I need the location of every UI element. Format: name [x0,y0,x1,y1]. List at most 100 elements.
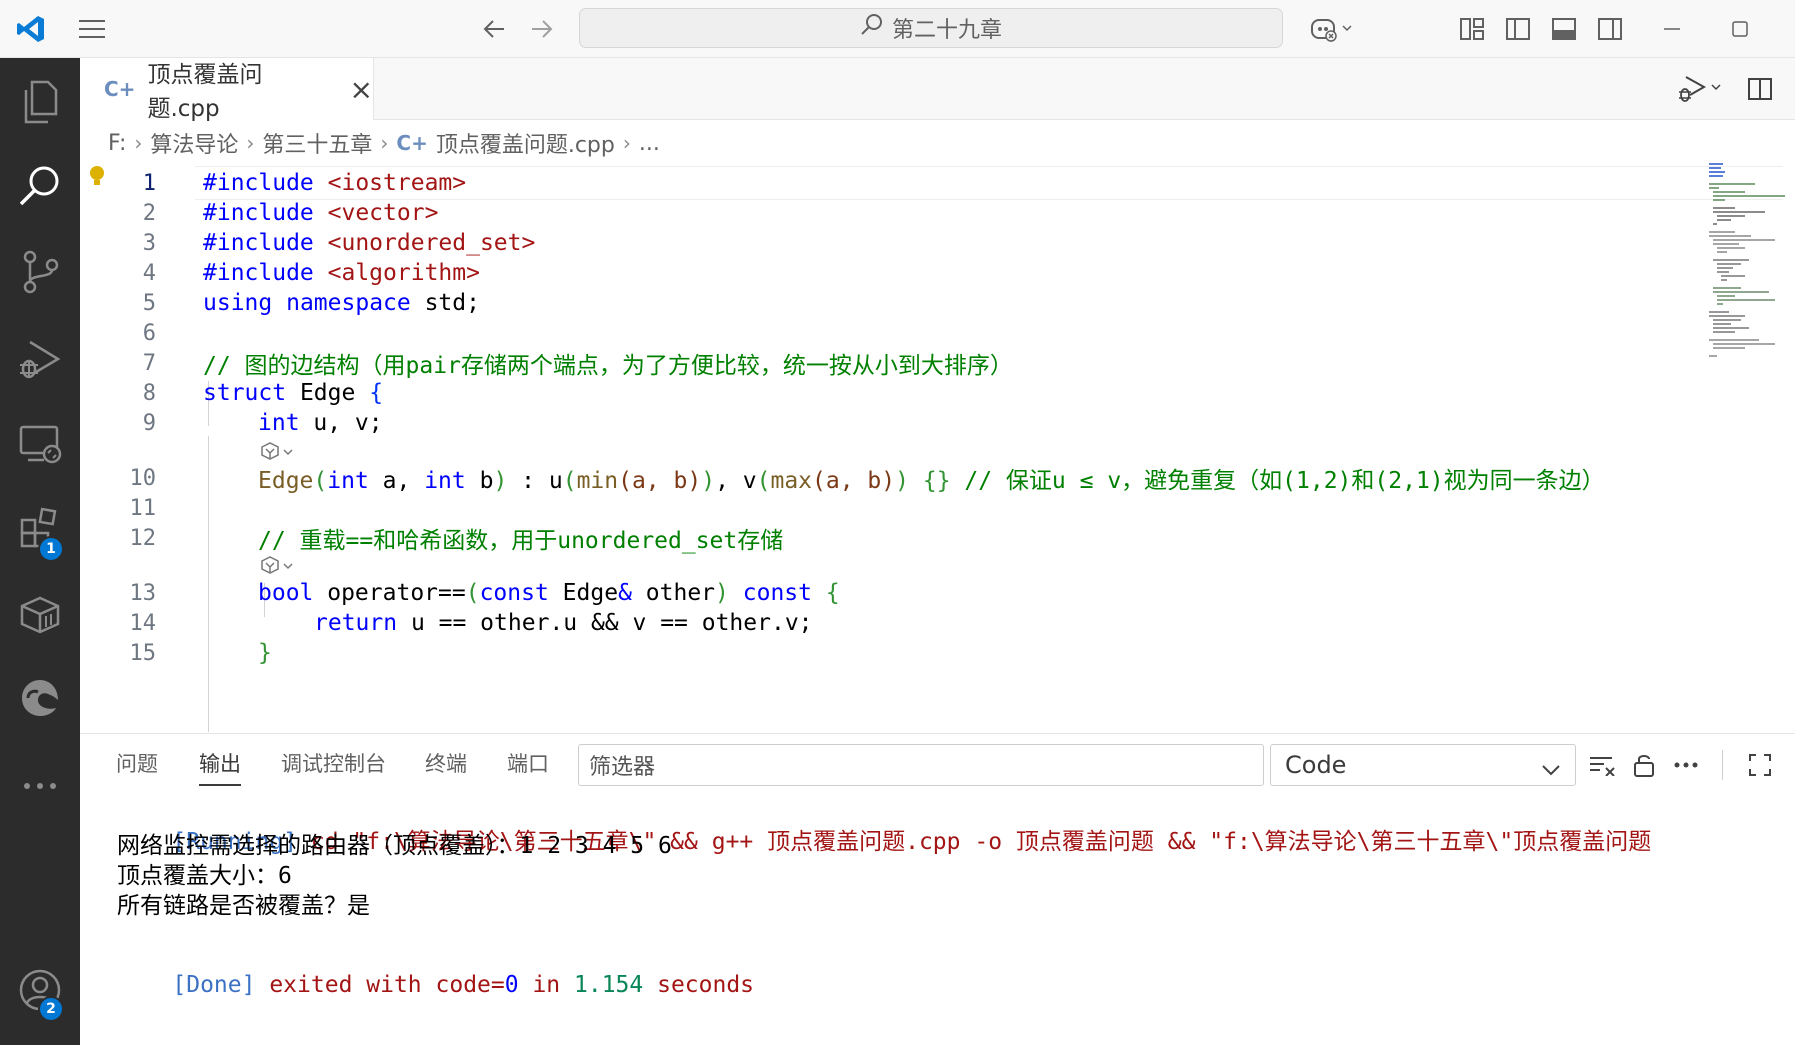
breadcrumb-more[interactable]: ... [639,131,660,156]
output-token: code= [421,972,505,998]
minimize-icon[interactable] [1652,0,1692,58]
line-number: 14 [129,610,157,636]
code-token: using [203,290,273,316]
package-icon[interactable] [0,574,80,654]
code-token: <iostream> [327,170,467,196]
edge-icon[interactable] [0,658,80,738]
run-code-icon[interactable] [1670,58,1730,120]
code-token: { [369,380,384,406]
code-token: return [314,610,398,636]
bottom-panel: 问题 输出 调试控制台 终端 端口 筛选器 Code [Running] cd … [80,733,1795,1045]
code-token: const [479,580,549,606]
source-control-icon[interactable] [0,232,80,312]
line-number: 15 [129,640,157,666]
breadcrumb-file[interactable]: 顶点覆盖问题.cpp [436,127,615,159]
output-filter-input[interactable]: 筛选器 [578,744,1264,786]
toggle-panel-icon[interactable] [1544,0,1584,58]
line-number: 3 [142,230,156,256]
divider [1722,750,1723,780]
code-token: Edge [286,380,370,406]
activity-bar: 1 2 [0,58,80,1045]
code-line: 3 #include <unordered_set> [80,226,1700,260]
split-editor-icon[interactable] [1740,58,1780,120]
layout-icon[interactable] [1452,0,1492,58]
code-line: 12 // 重载==和哈希函数，用于unordered_set存储 [80,521,1700,555]
code-line: 8 struct Edge { [80,376,1700,410]
toggle-sidebar-icon[interactable] [1498,0,1538,58]
tab-close-icon[interactable]: × [350,73,373,106]
output-line: 所有链路是否被覆盖？是 [117,893,370,919]
code-line: 7 // 图的边结构（用pair存储两个端点，为了方便比较，统一按从小到大排序） [80,346,1700,380]
code-line: 9 int u, v; [80,406,1700,440]
forward-arrow-icon[interactable] [522,0,562,58]
code-token: struct [203,380,287,406]
breadcrumb-drive[interactable]: F: [108,131,126,156]
output-done-line: [Done] exited with code=0 in 1.154 secon… [117,946,754,1024]
code-token: & [618,580,632,606]
code-line: 11 [80,491,1700,525]
editor-tab-bar: C+ 顶点覆盖问题.cpp × [80,58,1795,122]
tab-active-file[interactable]: C+ 顶点覆盖问题.cpp × [80,58,374,122]
search-icon [860,13,884,43]
tab-output[interactable]: 输出 [199,748,241,786]
more-actions-icon[interactable] [1666,740,1706,790]
breadcrumb: F: › 算法导论 › 第三十五章 › C+ 顶点覆盖问题.cpp › ... [80,121,1795,165]
toggle-secondary-sidebar-icon[interactable] [1590,0,1630,58]
code-token: bool [258,580,314,606]
search-text: 第二十九章 [891,18,1002,43]
output-channel-select[interactable]: Code [1270,744,1576,786]
code-token: u == other.u && v == other.v; [397,610,813,636]
chevron-down-icon [1541,755,1561,783]
minimap[interactable] [1705,160,1795,360]
menu-icon[interactable] [72,0,112,58]
copilot-icon[interactable] [1302,0,1362,58]
extensions-icon[interactable]: 1 [0,488,80,568]
back-arrow-icon[interactable] [474,0,514,58]
cpp-file-icon: C+ [396,131,428,155]
account-icon[interactable]: 2 [0,950,80,1030]
code-token: <unordered_set> [327,230,536,256]
lock-scroll-icon[interactable] [1624,740,1664,790]
output-line: 顶点覆盖大小：6 [117,863,292,889]
command-center-search[interactable]: 第二十九章 [579,8,1283,48]
code-token: const [742,580,812,606]
code-line: 2 #include <vector> [80,196,1700,230]
line-number: 4 [142,260,156,286]
code-token: other [631,580,716,606]
code-token: namespace [286,290,411,316]
line-number: 13 [129,580,157,606]
output-token: 1.154 [574,972,644,998]
tab-debug-console[interactable]: 调试控制台 [281,748,386,778]
chevron-right-icon: › [246,131,255,155]
code-token: <algorithm> [327,260,480,286]
output-done-tag: [Done] [172,972,256,998]
code-editor[interactable]: 1 #include <iostream> 2 #include <vector… [80,165,1795,732]
code-line: 6 [80,316,1700,350]
tab-ports[interactable]: 端口 [507,748,549,778]
line-number: 9 [142,410,156,436]
breadcrumb-folder-2[interactable]: 第三十五章 [262,127,372,159]
line-number: 2 [142,200,156,226]
tab-problems[interactable]: 问题 [116,748,158,778]
search-icon[interactable] [0,146,80,226]
line-number: 12 [129,525,157,551]
code-token: int [258,410,300,436]
line-number: 8 [142,380,156,406]
more-icon[interactable] [0,746,80,826]
maximize-icon[interactable] [1720,0,1760,58]
line-number: 1 [142,170,156,196]
remote-explorer-icon[interactable] [0,404,80,484]
explorer-icon[interactable] [0,62,80,142]
output-token: 0 [504,972,519,998]
clear-output-icon[interactable] [1582,740,1622,790]
code-line: 1 #include <iostream> [80,166,1700,200]
tab-terminal[interactable]: 终端 [425,748,467,778]
code-token: ) [715,580,729,606]
vscode-logo [8,0,54,58]
breadcrumb-folder-1[interactable]: 算法导论 [150,127,238,159]
code-comment: // 图的边结构（用pair存储两个端点，为了方便比较，统一按从小到大排序） [203,353,1013,379]
line-number: 6 [142,320,156,346]
maximize-panel-icon[interactable] [1740,740,1780,790]
run-debug-icon[interactable] [0,320,80,400]
